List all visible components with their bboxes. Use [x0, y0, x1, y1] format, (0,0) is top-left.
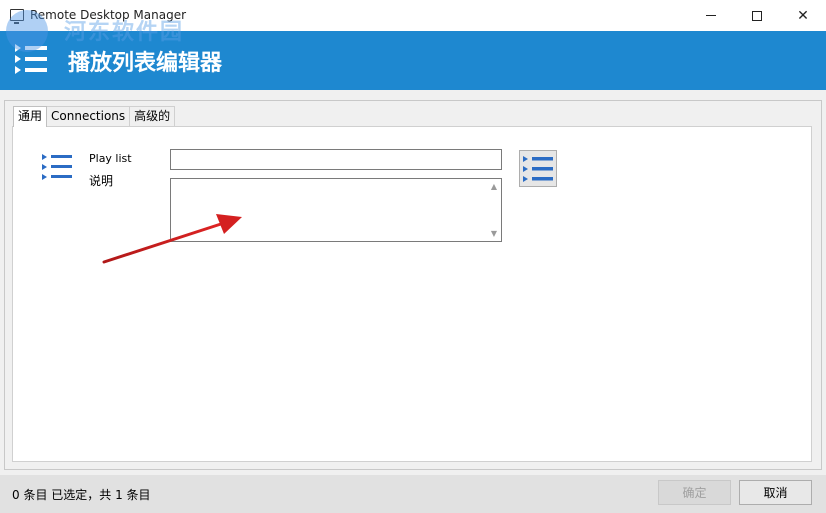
app-window-icon	[10, 9, 24, 24]
cancel-button[interactable]: 取消	[739, 480, 812, 505]
status-bar: 0 条目 已选定，共 1 条目 确定 取消	[0, 475, 826, 513]
minimize-icon	[706, 15, 716, 16]
minimize-button[interactable]	[688, 0, 734, 31]
playlist-picker-button[interactable]	[519, 150, 557, 187]
selection-status: 0 条目 已选定，共 1 条目	[12, 488, 151, 502]
maximize-button[interactable]	[734, 0, 780, 31]
playlist-icon	[15, 44, 47, 74]
playlist-label: Play list	[89, 152, 132, 165]
ok-button[interactable]: 确定	[658, 480, 731, 505]
page-title: 播放列表编辑器	[68, 51, 223, 76]
scroll-down-icon[interactable]: ▼	[491, 229, 497, 238]
playlist-picker-icon	[523, 155, 553, 182]
tab-general[interactable]: 通用	[13, 106, 48, 127]
title-bar: Remote Desktop Manager ✕	[0, 0, 826, 31]
playlist-input[interactable]	[170, 149, 502, 170]
annotation-arrow-icon	[102, 214, 242, 264]
scroll-up-icon[interactable]: ▲	[491, 182, 497, 191]
playlist-list-icon	[42, 154, 72, 180]
description-label: 说明	[89, 174, 114, 188]
close-button[interactable]: ✕	[780, 0, 826, 31]
close-icon: ✕	[797, 7, 809, 24]
tab-content-general	[12, 126, 812, 462]
tab-strip: 通用 Connections 高级的	[13, 106, 176, 127]
window-title: Remote Desktop Manager	[30, 8, 187, 22]
maximize-icon	[752, 10, 762, 21]
tab-advanced[interactable]: 高级的	[129, 106, 176, 126]
tab-connections[interactable]: Connections	[46, 106, 131, 126]
header-banner: 播放列表编辑器	[0, 31, 826, 90]
